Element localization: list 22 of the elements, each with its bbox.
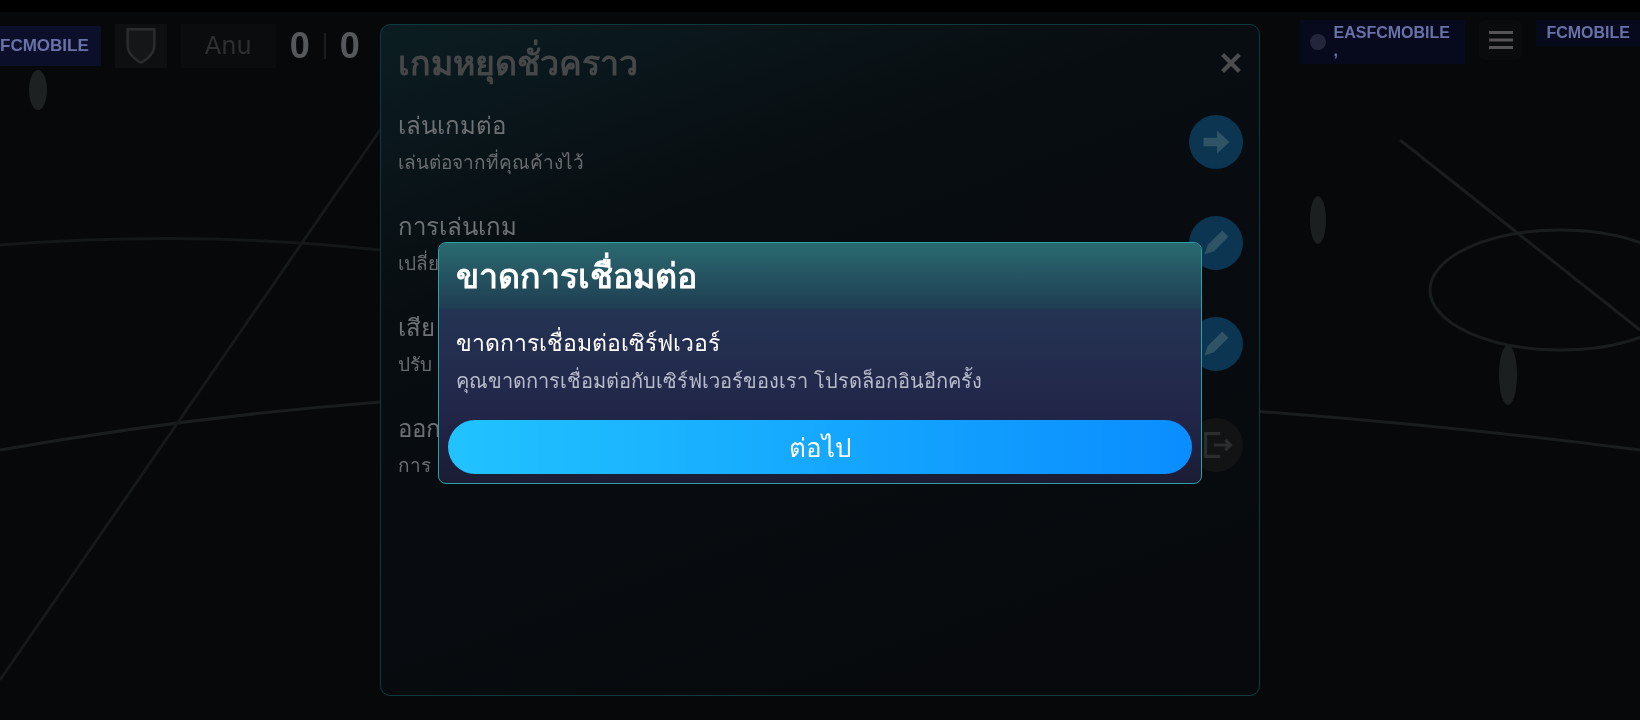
dialog-message: คุณขาดการเชื่อมต่อกับเซิร์ฟเวอร์ของเรา โปรดล็อกอินอีกครั้ง bbox=[456, 366, 983, 396]
menu-icon[interactable] bbox=[1488, 30, 1513, 50]
menu-item-subtitle: ปรับ bbox=[398, 352, 432, 377]
menu-item-subtitle: เปลี่ย bbox=[398, 249, 439, 276]
menu-item-title[interactable]: เล่นเกมต่อ bbox=[398, 106, 506, 145]
menu-item-subtitle: การ bbox=[398, 453, 431, 478]
panel-title: เกมหยุดชั่วคราว bbox=[398, 36, 638, 90]
menu-item-title[interactable]: เสีย bbox=[398, 308, 435, 347]
menu-item-title[interactable]: การเล่นเกม bbox=[398, 207, 517, 246]
dialog-heading: ขาดการเชื่อมต่อเซิร์ฟเวอร์ bbox=[456, 325, 720, 361]
away-score: 0 bbox=[339, 25, 360, 67]
dialog-title: ขาดการเชื่อมต่อ bbox=[456, 249, 697, 303]
sponsor-banner: EASFCMOBILE , bbox=[1300, 20, 1466, 64]
close-icon[interactable] bbox=[1219, 51, 1243, 75]
home-score: 0 bbox=[289, 25, 310, 67]
shield-icon bbox=[114, 24, 167, 68]
menu-item-title[interactable]: ออก bbox=[398, 409, 441, 448]
sponsor-banner: FCMOBILE bbox=[0, 26, 101, 66]
continue-button[interactable]: ต่อไป bbox=[448, 420, 1192, 474]
menu-item-subtitle: เล่นต่อจากที่คุณค้างไว้ bbox=[398, 148, 584, 176]
sponsor-banner: FCMOBILE bbox=[1536, 20, 1640, 46]
menu-button[interactable] bbox=[1479, 20, 1523, 60]
